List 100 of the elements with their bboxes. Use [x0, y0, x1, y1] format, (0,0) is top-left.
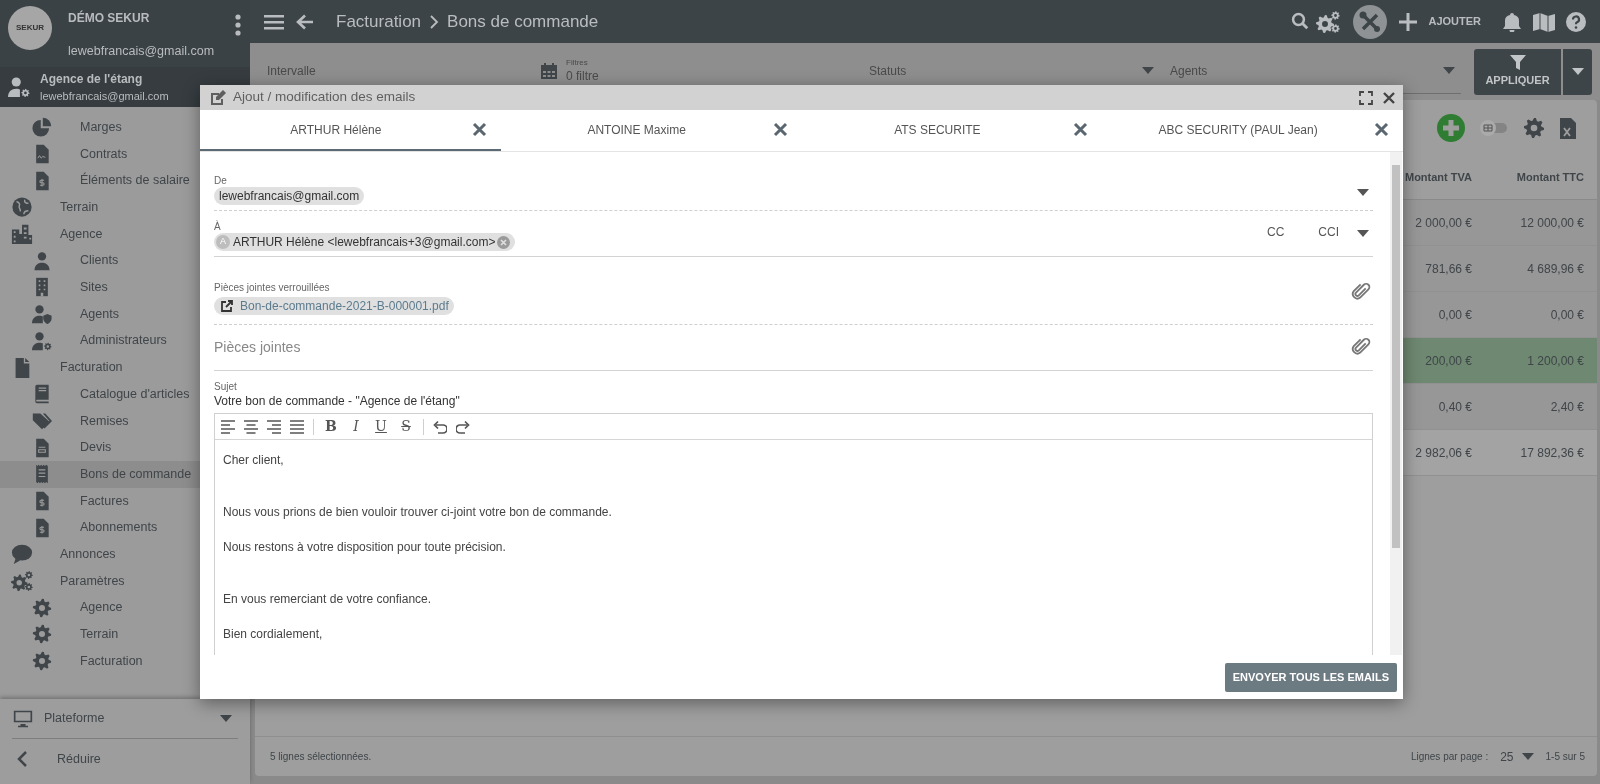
globe-icon: [11, 196, 33, 219]
close-icon[interactable]: [471, 122, 487, 137]
book-icon: [32, 384, 52, 405]
close-icon[interactable]: [1073, 122, 1089, 137]
field-label: De: [214, 174, 227, 187]
table-cell: 0,00 €: [1438, 307, 1472, 322]
more-options-icon[interactable]: [234, 14, 242, 36]
bell-icon[interactable]: [1503, 11, 1521, 32]
back-arrow-icon[interactable]: [296, 13, 314, 30]
settings-icon: [11, 570, 33, 593]
monitor-icon: [12, 708, 34, 729]
redo-icon[interactable]: [456, 419, 470, 434]
pie-chart-icon: [32, 117, 52, 138]
sender-chip[interactable]: lewebfrancais@gmail.com: [214, 187, 365, 205]
menu-icon[interactable]: [264, 13, 284, 30]
undo-icon[interactable]: [433, 419, 447, 434]
account-name: DÉMO SEKUR: [68, 9, 151, 27]
recipient-tab[interactable]: ARTHUR Hélène: [200, 110, 501, 151]
table-cell: 2 000,00 €: [1415, 215, 1472, 230]
edit-icon: [210, 89, 226, 106]
breadcrumb-item: Bons de commande: [447, 10, 599, 33]
chevron-right-icon: [429, 14, 440, 29]
rows-per-page-select[interactable]: 25: [1500, 747, 1534, 766]
settings-icon: [32, 651, 52, 672]
table-cell: 2,40 €: [1550, 399, 1584, 414]
spreadsheet-icon[interactable]: [1559, 117, 1577, 139]
caret-icon: [1521, 752, 1534, 761]
user-shield-icon: [32, 304, 52, 325]
settings-icon[interactable]: [1315, 9, 1342, 34]
settings-icon: [32, 624, 52, 645]
apply-button[interactable]: APPLIQUER: [1474, 48, 1561, 95]
close-icon[interactable]: [1374, 122, 1389, 137]
platform-selector[interactable]: Plateforme: [44, 709, 220, 728]
underline-button[interactable]: U: [373, 417, 389, 436]
bold-button[interactable]: B: [323, 417, 339, 436]
person-icon: [32, 250, 52, 271]
filter-label: Filtres: [566, 57, 589, 67]
italic-button[interactable]: I: [348, 417, 364, 436]
sidebar-item[interactable]: Remises: [0, 407, 250, 435]
caret-icon[interactable]: [1357, 230, 1369, 238]
strikethrough-button[interactable]: S: [398, 417, 414, 436]
close-icon[interactable]: [772, 122, 788, 137]
close-icon[interactable]: [1383, 91, 1395, 104]
caret-icon[interactable]: [1357, 189, 1369, 197]
sidebar-item[interactable]: Facturation: [0, 647, 250, 675]
caret-icon[interactable]: [220, 714, 232, 723]
table-cell: 781,66 €: [1425, 261, 1472, 276]
filter-icon: [1509, 54, 1526, 70]
external-link-icon: [221, 300, 233, 312]
agency-email: lewebfrancais@gmail.com: [40, 88, 169, 104]
align-left-icon[interactable]: [221, 419, 235, 434]
agency-name: Agence de l'étang: [40, 70, 144, 88]
total-cell: 2 982,06 €: [1415, 445, 1472, 460]
fullscreen-icon[interactable]: [1359, 90, 1373, 105]
collapse-link[interactable]: Réduire: [57, 749, 101, 769]
table-cell: 0,40 €: [1438, 399, 1472, 414]
send-all-button[interactable]: ENVOYER TOUS LES EMAILS: [1224, 662, 1397, 692]
selection-count: 5 lignes sélectionnées.: [270, 750, 373, 764]
table-cell: 0,00 €: [1550, 307, 1584, 322]
map-icon[interactable]: [1533, 11, 1555, 32]
field-label: Sujet: [214, 380, 238, 393]
bcc-button[interactable]: CCI: [1318, 223, 1339, 241]
caret-icon: [1142, 67, 1154, 75]
settings-icon[interactable]: [1523, 117, 1545, 139]
table-cell: 1 200,00 €: [1527, 353, 1584, 368]
tools-icon[interactable]: [1353, 4, 1388, 39]
paragraph: Nous vous prions de bien vouloir trouver ci-joint votre bon de commande.: [223, 504, 613, 521]
justify-icon[interactable]: [290, 419, 304, 434]
filter-value: 0 filtre: [566, 67, 599, 85]
user-gear-icon: [32, 330, 52, 351]
rows-per-page-label: Lignes par page :: [1410, 750, 1489, 764]
field-label: À: [214, 220, 221, 233]
paragraph: Nous restons à votre disposition pour toute précision.: [223, 539, 507, 556]
cc-button[interactable]: CC: [1267, 223, 1285, 241]
table-cell: 12 000,00 €: [1520, 215, 1584, 230]
field-label: Pièces jointes verrouillées: [214, 281, 330, 294]
align-right-icon[interactable]: [267, 419, 281, 434]
settings-icon: [32, 597, 52, 618]
align-center-icon[interactable]: [244, 419, 258, 434]
logo: SEKUR: [8, 6, 52, 50]
toggle-switch[interactable]: [1479, 119, 1509, 137]
buildings-icon: [11, 223, 33, 246]
table-cell: 4 689,96 €: [1527, 261, 1584, 276]
paragraph: Bien cordialement,: [223, 626, 324, 643]
pagination-range: 1-5 sur 5: [1545, 750, 1585, 764]
plus-icon[interactable]: [1399, 12, 1418, 31]
help-icon[interactable]: [1566, 11, 1586, 32]
chevron-left-icon[interactable]: [16, 751, 30, 767]
table-cell: 200,00 €: [1425, 353, 1472, 368]
subject-field[interactable]: Votre bon de commande - "Agence de l'étang": [214, 393, 1373, 409]
calendar-icon: [540, 62, 558, 80]
caret-icon: [1443, 67, 1455, 75]
chat-icon: [11, 543, 33, 566]
attachment-chip[interactable]: Bon-de-commande-2021-B-000001.pdf: [214, 297, 454, 315]
account-email: lewebfrancais@gmail.com: [68, 43, 216, 60]
breadcrumb-item[interactable]: Facturation: [336, 8, 422, 35]
add-button[interactable]: AJOUTER: [1428, 13, 1481, 30]
dropdown-toggle-button[interactable]: [1563, 48, 1592, 95]
scrollbar[interactable]: [1390, 152, 1402, 655]
column-header: Montant TTC: [1516, 171, 1584, 184]
